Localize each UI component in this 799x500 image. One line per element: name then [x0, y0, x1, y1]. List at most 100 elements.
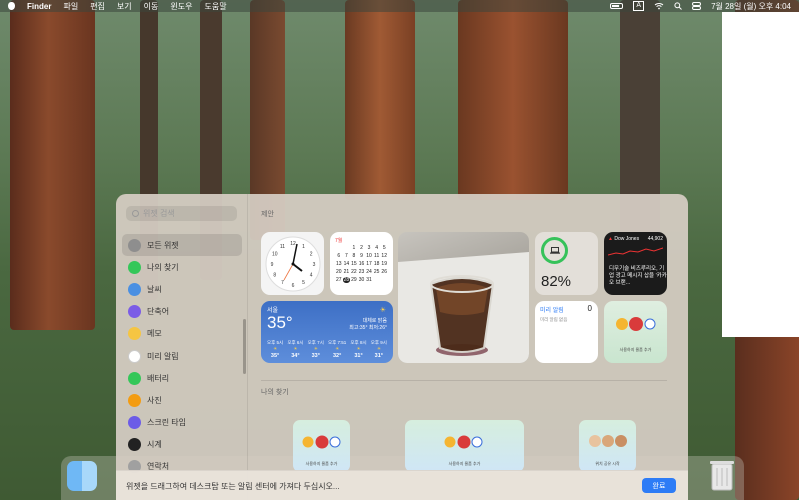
stock-headline: 디무기술 비즈루리오, 기업 광고 메시지 삽을 '카카오 브랜... — [609, 266, 667, 286]
trash-dock-icon[interactable] — [707, 458, 737, 492]
forecast-hour: 오후 6시 ☀ 34° — [287, 340, 303, 359]
clock-numeral: 1 — [302, 243, 305, 249]
weather-icon — [128, 282, 141, 296]
section-title-suggested: 제안 — [261, 211, 274, 218]
stocks-widget[interactable]: ▲ Dow Jones 44,902 디무기술 비즈루리오, 기업 광고 메시지 … — [604, 232, 667, 295]
sidebar-item[interactable]: 스크린 타임 — [122, 412, 242, 434]
menu-go[interactable]: 이동 — [144, 1, 159, 12]
findmy-items-widget[interactable]: 사용하지 물품 추가 — [604, 301, 667, 363]
app-menu[interactable]: Finder — [27, 2, 51, 11]
weather-widget[interactable]: 서울 35° ☀ 대체로 맑음 최고:35° 최저:26° 오후 5시 ☀ 35° 오후… — [261, 301, 393, 363]
reminders-widget[interactable]: 미리 알림 0 미리 알림 없음 — [535, 301, 598, 363]
findmy-people-widget[interactable]: 위치 공유 시작 — [579, 420, 636, 472]
calendar-day — [380, 277, 388, 283]
calendar-day: 28 — [342, 277, 351, 283]
apple-menu-icon[interactable] — [8, 2, 15, 10]
clock-widget[interactable]: 1 2 3 4 5 6 7 8 9 10 11 12 — [261, 232, 324, 295]
sidebar-item-label: 나의 찾기 — [147, 262, 179, 272]
forecast-temp: 31° — [374, 353, 383, 359]
battery-ring — [541, 237, 568, 264]
menu-clock[interactable]: 7월 28일 (월) 오후 4:04 — [711, 1, 791, 12]
widget-gallery: 위젯 검색 모든 위젯 나의 찾기 날씨 단축어 메모 미리 알림 배터리 사진 스크린 타임 시… — [116, 194, 688, 500]
sidebar-item-label: 시계 — [147, 440, 162, 450]
sidebar-scrollbar[interactable] — [243, 319, 246, 374]
clock-numeral: 3 — [312, 262, 315, 268]
sidebar-item[interactable]: 메모 — [122, 323, 242, 345]
sun-icon: ☀ — [293, 346, 298, 351]
finder-dock-icon[interactable] — [67, 461, 97, 491]
calendar-day: 10 — [366, 253, 372, 259]
photos-icon — [128, 393, 141, 407]
calendar-day: 11 — [374, 253, 380, 259]
screen-time-icon — [128, 416, 141, 430]
findmy-items-icon — [616, 317, 656, 331]
sidebar-item[interactable]: 시계 — [122, 434, 242, 456]
done-button[interactable]: 완료 — [642, 478, 676, 493]
wifi-icon[interactable] — [654, 2, 664, 10]
calendar-day: 5 — [382, 245, 386, 251]
calendar-day: 3 — [367, 245, 371, 251]
calendar-day: 21 — [343, 269, 350, 275]
clock-numeral: 9 — [270, 262, 273, 268]
sun-icon: ☀ — [273, 346, 278, 351]
calendar-day: 24 — [366, 269, 372, 275]
search-placeholder: 위젯 검색 — [143, 209, 175, 218]
calendar-day: 7 — [344, 253, 348, 259]
findmy-items-icon — [444, 435, 483, 449]
blank-window — [722, 12, 799, 337]
calendar-day: 25 — [373, 269, 380, 275]
sidebar-item-label: 단축어 — [147, 307, 170, 317]
menu-window[interactable]: 윈도우 — [170, 1, 192, 12]
findmy-medium-label: 사용하지 물품 추가 — [448, 461, 481, 466]
sun-icon: ☀ — [356, 346, 361, 351]
forecast-hour: 오후 7:51 ☀ 32° — [328, 340, 346, 359]
sidebar-item-label: 날씨 — [147, 284, 162, 294]
calendar-day: 18 — [373, 261, 380, 267]
sidebar-item-label: 배터리 — [147, 373, 170, 383]
calendar-day: 4 — [375, 245, 379, 251]
clock-numeral: 6 — [291, 283, 294, 289]
reminders-title: 미리 알림 — [540, 308, 564, 314]
clock-numeral: 5 — [302, 280, 305, 286]
menu-file[interactable]: 파일 — [63, 1, 78, 12]
category-list: 모든 위젯 나의 찾기 날씨 단축어 메모 미리 알림 배터리 사진 스크린 타임 시계 연락처 — [122, 234, 242, 478]
menu-view[interactable]: 보기 — [117, 1, 132, 12]
widget-search-field[interactable]: 위젯 검색 — [126, 206, 237, 221]
clock-numeral: 8 — [273, 272, 276, 278]
calendar-day: 14 — [343, 261, 350, 267]
stock-sparkline — [607, 247, 664, 256]
findmy-items-small-widget[interactable]: 사용하지 물품 추가 — [293, 420, 350, 472]
calendar-day: 16 — [358, 261, 365, 267]
weather-condition: 대체로 맑음 — [362, 318, 387, 324]
sidebar-item[interactable]: 날씨 — [122, 278, 242, 300]
gallery-footer: 위젯을 드래그하여 데스크탑 또는 알림 센터에 가져다 두십시오... 완료 — [116, 470, 688, 500]
shortcuts-icon — [128, 305, 141, 319]
sidebar-item[interactable]: 사진 — [122, 389, 242, 411]
calendar-day: 12 — [381, 253, 387, 259]
spotlight-search-icon[interactable] — [674, 2, 682, 10]
battery-widget[interactable]: 82% — [535, 232, 598, 295]
sidebar-item[interactable]: 미리 알림 — [122, 345, 242, 367]
sun-icon: ☀ — [335, 346, 340, 351]
control-center-icon[interactable] — [692, 2, 702, 10]
reminders-icon — [128, 349, 141, 363]
clock-numeral: 11 — [279, 243, 284, 249]
menu-help[interactable]: 도움말 — [204, 1, 226, 12]
menu-edit[interactable]: 편집 — [90, 1, 105, 12]
sidebar-item[interactable]: 모든 위젯 — [122, 234, 242, 257]
forecast-temp: 31° — [354, 353, 363, 359]
findmy-people-label: 위치 공유 시작 — [595, 461, 620, 466]
calendar-day: 8 — [352, 253, 356, 259]
sidebar-item[interactable]: 나의 찾기 — [122, 256, 242, 278]
sidebar-item[interactable]: 배터리 — [122, 367, 242, 389]
sidebar-item-label: 스크린 타임 — [147, 418, 187, 428]
battery-status-icon[interactable] — [610, 3, 624, 9]
sidebar-item[interactable]: 단축어 — [122, 301, 242, 323]
input-source-icon[interactable]: A — [633, 1, 645, 11]
calendar-widget[interactable]: 7월 1 2 3 4 5 6 7 8 9 10 11 12 13 14 15 16 17 18 19 20 21 22 23… — [330, 232, 393, 295]
findmy-items-medium-widget[interactable]: 사용하지 물품 추가 — [405, 420, 524, 472]
photo-widget[interactable] — [398, 232, 529, 363]
battery-icon — [128, 371, 141, 385]
calendar-day: 6 — [337, 253, 341, 259]
forecast-temp: 35° — [270, 353, 280, 359]
